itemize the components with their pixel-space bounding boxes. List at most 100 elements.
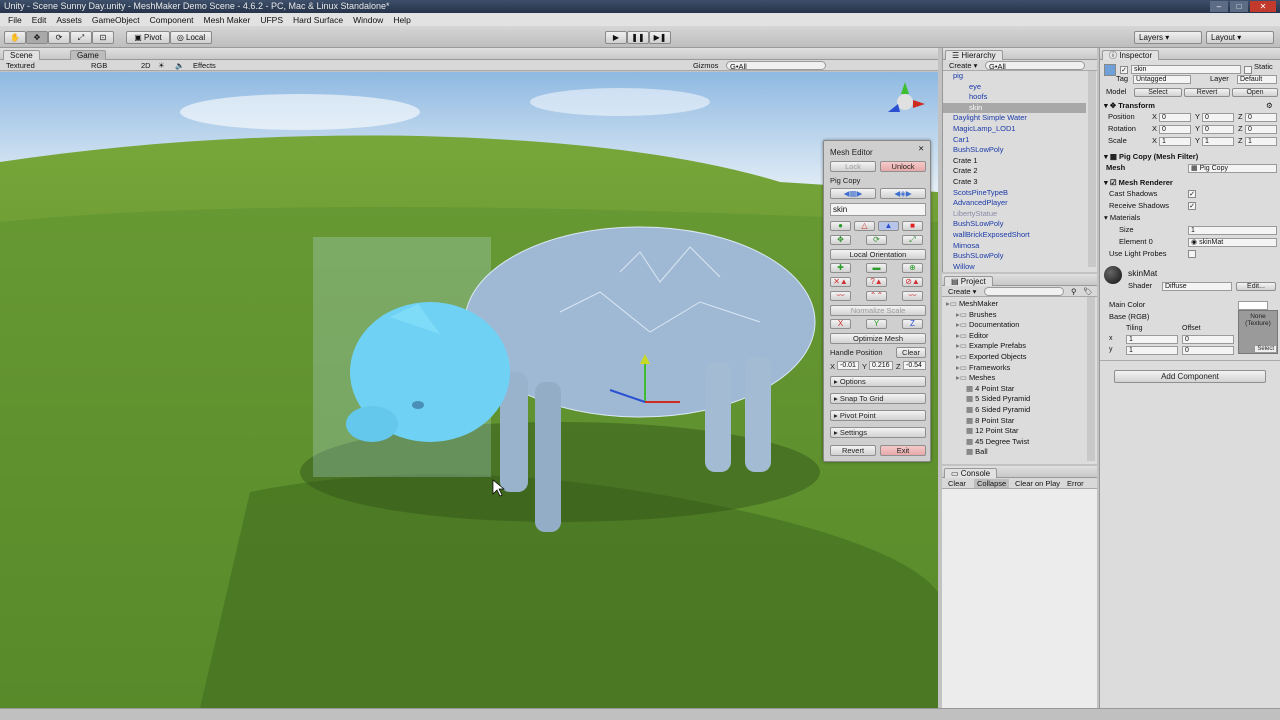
2d-toggle[interactable]: 2D xyxy=(138,61,154,70)
menu-hard-surface[interactable]: Hard Surface xyxy=(288,15,348,25)
texture-select-button[interactable]: Select xyxy=(1255,346,1276,352)
clear-handle-button[interactable]: Clear xyxy=(896,347,926,358)
offset-y-input[interactable]: 0 xyxy=(1182,346,1234,355)
cast-shadows-checkbox[interactable]: ✓ xyxy=(1188,190,1196,198)
project-item[interactable]: ▸▭ Meshes xyxy=(956,373,995,383)
hierarchy-item[interactable]: BushSLowPoly xyxy=(943,219,1086,229)
layout-dropdown[interactable]: Layout ▾ xyxy=(1206,31,1274,44)
menu-file[interactable]: File xyxy=(3,15,27,25)
pause-button[interactable]: ❚❚ xyxy=(627,31,649,44)
gameobject-name-input[interactable]: skin xyxy=(1131,65,1241,74)
console-collapse-button[interactable]: Collapse xyxy=(974,479,1010,488)
submesh-field[interactable]: skin xyxy=(830,203,926,216)
position-z-input[interactable]: 0 xyxy=(1245,113,1277,122)
error-pause-button[interactable]: Error Pau xyxy=(1064,479,1097,497)
prev-object-button[interactable]: ◀▦▶ xyxy=(830,188,876,199)
rect-tool-icon[interactable]: ⊡ xyxy=(92,31,114,44)
clear-on-play-button[interactable]: Clear on Play xyxy=(1012,479,1063,488)
hierarchy-item[interactable]: hoofs xyxy=(943,92,1086,102)
revert-button[interactable]: Revert xyxy=(830,445,876,456)
audio-toggle-icon[interactable]: 🔈 xyxy=(172,61,187,70)
project-item[interactable]: ▦ Ball xyxy=(966,447,988,457)
tab-inspector[interactable]: ⓘ Inspector xyxy=(1102,50,1160,60)
hierarchy-item[interactable]: Crate 2 xyxy=(943,166,1086,176)
rotate-tool-icon[interactable]: ⟳ xyxy=(48,31,70,44)
hierarchy-item[interactable]: ScotsPineTypeB xyxy=(943,188,1086,198)
hand-tool-icon[interactable]: ✋ xyxy=(4,31,26,44)
hierarchy-item[interactable]: BushSLowPoly xyxy=(943,251,1086,261)
close-button[interactable]: ✕ xyxy=(1250,1,1276,12)
project-item[interactable]: ▸▭ MeshMaker xyxy=(946,299,998,309)
mesh-object-field[interactable]: ▦ Pig Copy xyxy=(1188,164,1277,173)
menu-mesh-maker[interactable]: Mesh Maker xyxy=(199,15,256,25)
menu-component[interactable]: Component xyxy=(145,15,199,25)
subdivide-face-icon[interactable]: ⊘▲ xyxy=(902,277,923,287)
menu-help[interactable]: Help xyxy=(388,15,415,25)
receive-shadows-checkbox[interactable]: ✓ xyxy=(1188,202,1196,210)
project-create-dropdown[interactable]: Create ▾ xyxy=(945,287,979,296)
tag-dropdown[interactable]: Untagged xyxy=(1133,75,1191,84)
project-item[interactable]: ▦ 45 Degree Twist xyxy=(966,437,1029,447)
tab-project[interactable]: ▤ Project xyxy=(944,276,993,286)
lighting-toggle-icon[interactable]: ☀ xyxy=(155,61,168,70)
label-filter-icon[interactable]: 🏷 xyxy=(1080,287,1096,296)
rotation-y-input[interactable]: 0 xyxy=(1202,125,1234,134)
menu-ufps[interactable]: UFPS xyxy=(255,15,288,25)
play-button[interactable]: ▶ xyxy=(605,31,627,44)
rotate-handle-icon[interactable]: ⟳ xyxy=(866,235,887,245)
unlock-button[interactable]: Unlock xyxy=(880,161,926,172)
delete-face-icon[interactable]: ✕▲ xyxy=(830,277,851,287)
tab-console[interactable]: ▭ Console xyxy=(944,468,998,478)
model-open-button[interactable]: Open xyxy=(1232,88,1278,97)
tab-scene[interactable]: Scene xyxy=(3,50,40,60)
lock-button[interactable]: Lock xyxy=(830,161,876,172)
effects-dropdown[interactable]: Effects xyxy=(190,61,219,70)
active-checkbox[interactable]: ✓ xyxy=(1120,66,1128,74)
hierarchy-item[interactable]: LibertyStatue xyxy=(943,209,1086,219)
shader-dropdown[interactable]: Diffuse xyxy=(1162,282,1232,291)
scale-tool-icon[interactable]: ⤢ xyxy=(70,31,92,44)
next-object-button[interactable]: ◀◈▶ xyxy=(880,188,926,199)
model-select-button[interactable]: Select xyxy=(1134,88,1182,97)
scale-y-input[interactable]: 1 xyxy=(1202,137,1234,146)
face-mode-icon[interactable]: ▲ xyxy=(878,221,899,231)
mirror-z-button[interactable]: Z xyxy=(902,319,923,329)
optimize-mesh-button[interactable]: Optimize Mesh xyxy=(830,333,926,344)
mirror-x-button[interactable]: X xyxy=(830,319,851,329)
hierarchy-item[interactable]: Crate 1 xyxy=(943,156,1086,166)
hierarchy-scrollbar[interactable] xyxy=(1088,71,1096,267)
hierarchy-create-dropdown[interactable]: Create ▾ xyxy=(946,61,980,70)
project-item[interactable]: ▦ 6 Sided Pyramid xyxy=(966,405,1030,415)
minimize-button[interactable]: – xyxy=(1210,1,1228,12)
project-item[interactable]: ▸▭ Brushes xyxy=(956,310,996,320)
layer-dropdown[interactable]: Default xyxy=(1237,75,1277,84)
add-vertex-icon[interactable]: ✚ xyxy=(830,263,851,273)
flip-face-icon[interactable]: ?▲ xyxy=(866,277,887,287)
object-mode-icon[interactable]: ■ xyxy=(902,221,923,231)
layers-dropdown[interactable]: Layers ▾ xyxy=(1134,31,1202,44)
handle-z-input[interactable]: -0.54 xyxy=(903,361,926,370)
hierarchy-item[interactable]: Daylight Simple Water xyxy=(943,113,1086,123)
render-mode-dropdown[interactable]: RGB xyxy=(88,61,110,70)
options-foldout[interactable]: ▸ Options xyxy=(830,376,926,387)
hierarchy-item[interactable]: eye xyxy=(943,82,1086,92)
hierarchy-item[interactable]: Willow xyxy=(943,262,1086,272)
texture-slot[interactable]: None (Texture) Select xyxy=(1238,310,1278,354)
move-tool-icon[interactable]: ✥ xyxy=(26,31,48,44)
gizmos-dropdown[interactable]: Gizmos xyxy=(690,61,721,70)
filter-icon[interactable]: ⚲ xyxy=(1068,287,1080,296)
project-item[interactable]: ▦ 12 Point Star xyxy=(966,426,1019,436)
pivot-toggle[interactable]: ▣ Pivot xyxy=(126,31,170,44)
hierarchy-item[interactable]: skin xyxy=(943,102,1086,113)
add-component-button[interactable]: Add Component xyxy=(1114,370,1266,383)
handle-x-input[interactable]: -0.01 xyxy=(837,361,859,370)
scale-x-input[interactable]: 1 xyxy=(1159,137,1191,146)
hierarchy-item[interactable]: Crate 3 xyxy=(943,177,1086,187)
project-scrollbar[interactable] xyxy=(1087,297,1095,461)
step-button[interactable]: ▶❚ xyxy=(649,31,671,44)
light-probes-checkbox[interactable] xyxy=(1188,250,1196,258)
tab-hierarchy[interactable]: ☰ Hierarchy xyxy=(945,50,1003,60)
weld-vertex-icon[interactable]: ⊕ xyxy=(902,263,923,273)
tiling-y-input[interactable]: 1 xyxy=(1126,346,1178,355)
shader-edit-button[interactable]: Edit... xyxy=(1236,282,1276,291)
